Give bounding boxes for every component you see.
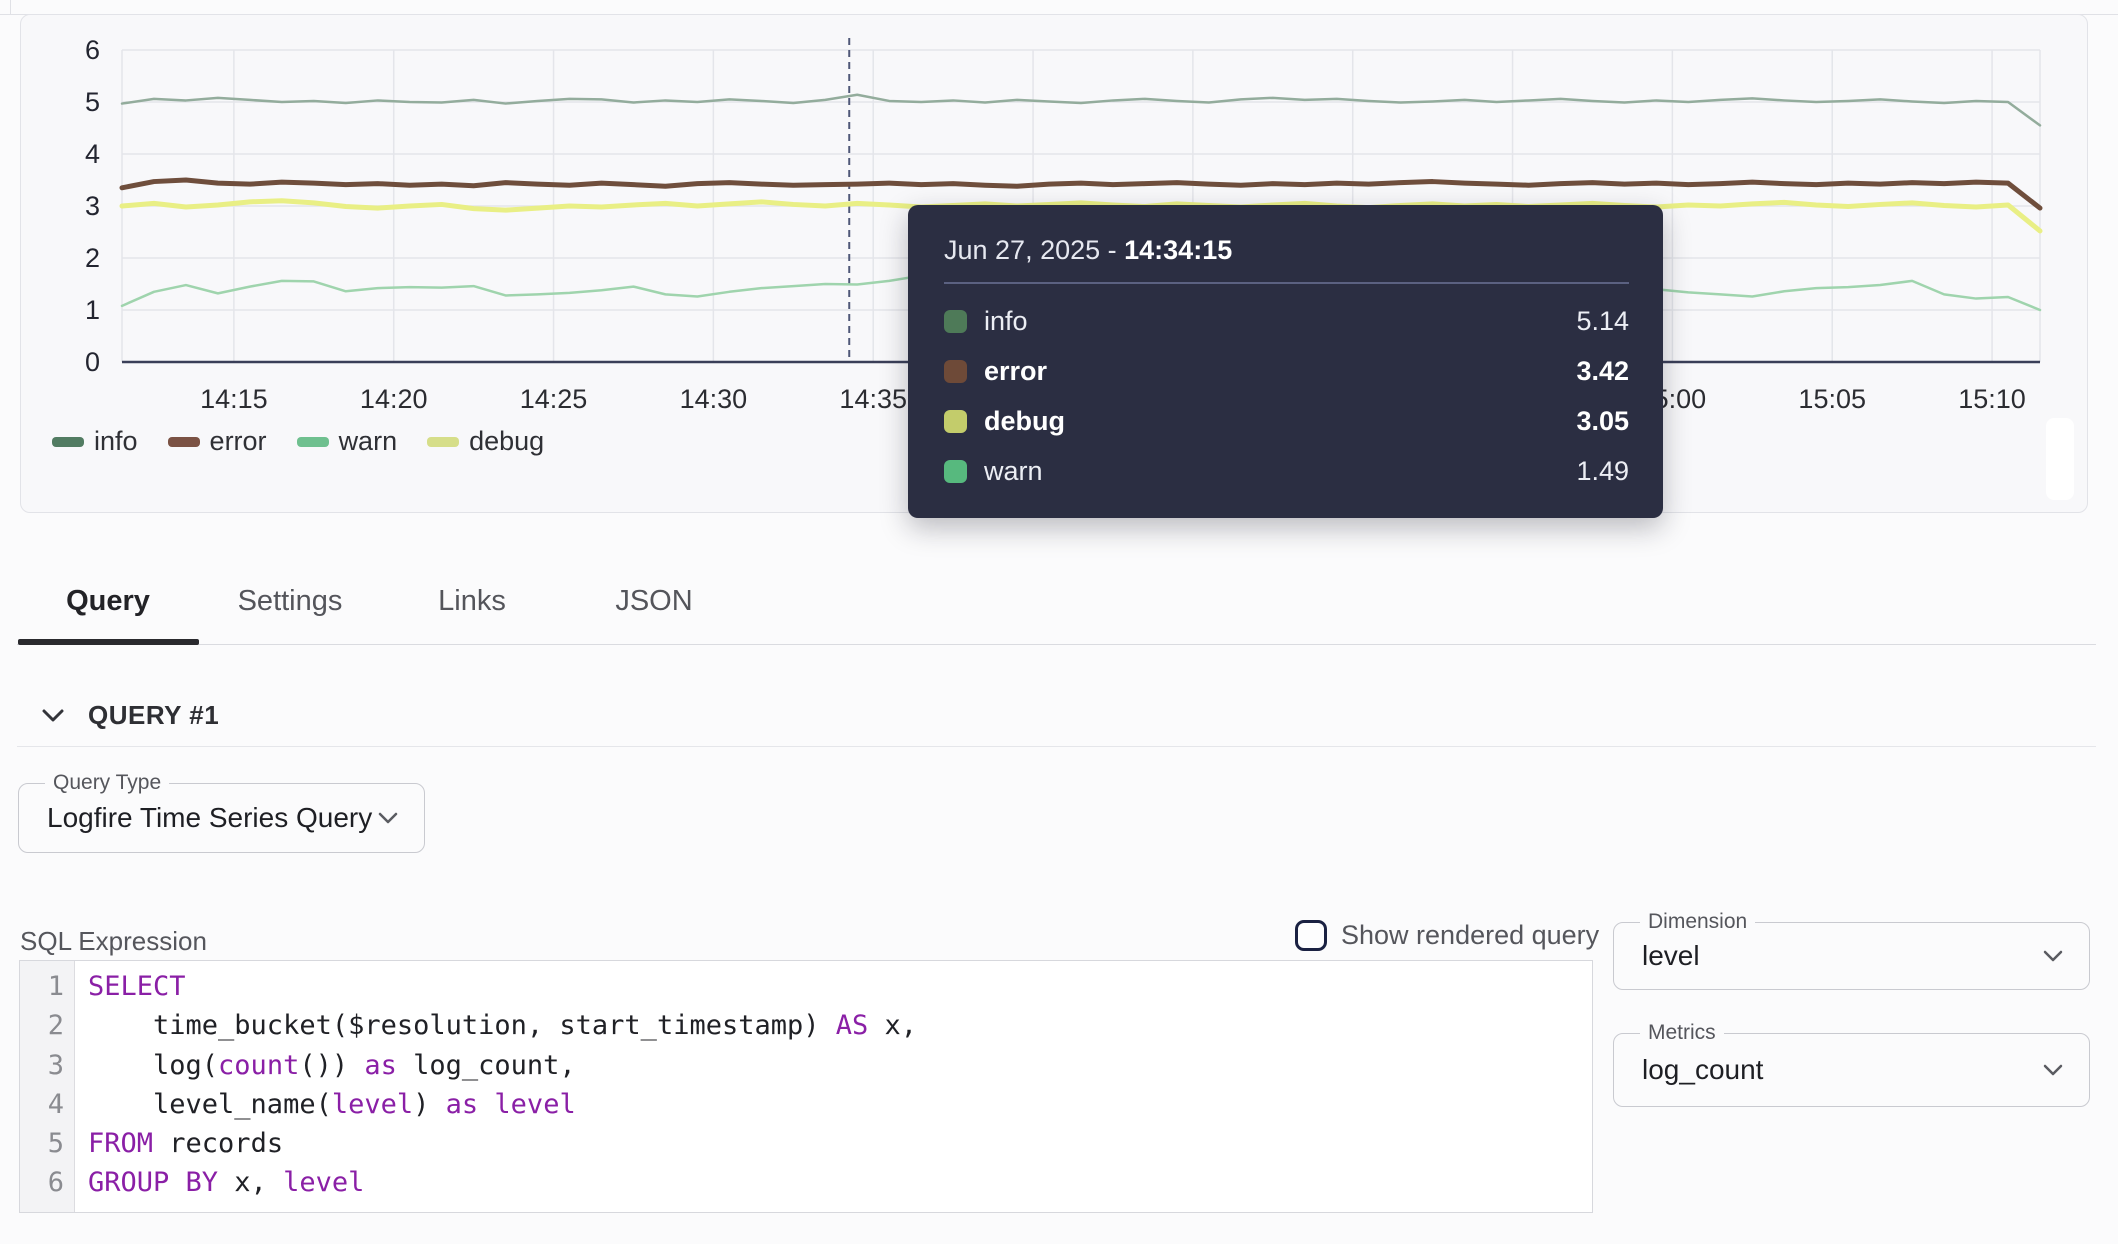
code-line: time_bucket($resolution, start_timestamp… — [88, 1006, 917, 1045]
query-section-title: QUERY #1 — [88, 700, 219, 731]
query-section-header[interactable]: QUERY #1 — [42, 700, 219, 731]
code-line: SELECT — [88, 967, 917, 1006]
tooltip-swatch-warn — [944, 460, 967, 483]
y-tick-label: 0 — [85, 347, 100, 377]
tab-settings[interactable]: Settings — [199, 584, 381, 618]
line-number: 4 — [20, 1085, 64, 1124]
tooltip-rows: info 5.14 error 3.42 debug 3.05 warn 1.49 — [944, 296, 1629, 496]
tooltip-series-value: 3.05 — [1576, 406, 1629, 437]
tooltip-row-error: error 3.42 — [944, 346, 1629, 396]
y-tick-label: 3 — [85, 191, 100, 221]
tab-query[interactable]: Query — [17, 584, 199, 618]
tooltip-swatch-error — [944, 360, 967, 383]
tooltip-series-value: 3.42 — [1576, 356, 1629, 387]
x-tick-label: 14:35 — [839, 384, 907, 414]
tooltip-timestamp: Jun 27, 2025 - 14:34:15 — [944, 235, 1629, 266]
tooltip-divider — [944, 282, 1629, 284]
y-tick-label: 2 — [85, 243, 100, 273]
legend-swatch-error — [168, 437, 200, 447]
code-line: FROM records — [88, 1124, 917, 1163]
dimension-select[interactable]: Dimension level — [1613, 922, 2090, 990]
dimension-value: level — [1642, 940, 1700, 972]
legend-label: warn — [339, 426, 398, 457]
sql-code-editor[interactable]: 123456 SELECT time_bucket($resolution, s… — [19, 960, 1593, 1213]
metrics-label: Metrics — [1640, 1022, 1724, 1044]
code-line: level_name(level) as level — [88, 1085, 917, 1124]
line-number: 2 — [20, 1006, 64, 1045]
x-tick-label: 15:10 — [1958, 384, 2026, 414]
chart-legend: info error warn debug — [52, 426, 544, 457]
sql-expression-label: SQL Expression — [20, 926, 207, 957]
show-rendered-checkbox[interactable] — [1295, 920, 1327, 951]
code-line: log(count()) as log_count, — [88, 1046, 917, 1085]
query-type-label: Query Type — [45, 772, 169, 794]
tooltip-series-value: 1.49 — [1576, 456, 1629, 487]
line-number-gutter: 123456 — [20, 961, 75, 1212]
metrics-value: log_count — [1642, 1054, 1763, 1086]
tooltip-series-name: debug — [984, 406, 1065, 437]
tooltip-series-name: info — [984, 306, 1028, 337]
legend-item-debug[interactable]: debug — [427, 426, 544, 457]
show-rendered-query-toggle[interactable]: Show rendered query — [1295, 920, 1599, 951]
tooltip-swatch-info — [944, 310, 967, 333]
tooltip-series-name: warn — [984, 456, 1043, 487]
dimension-label: Dimension — [1640, 911, 1755, 933]
line-number: 6 — [20, 1163, 64, 1202]
query-type-value: Logfire Time Series Query — [47, 802, 372, 834]
chevron-down-icon[interactable] — [42, 709, 64, 723]
tooltip-row-debug: debug 3.05 — [944, 396, 1629, 446]
metrics-select[interactable]: Metrics log_count — [1613, 1033, 2090, 1107]
line-number: 1 — [20, 967, 64, 1006]
legend-label: error — [210, 426, 267, 457]
legend-label: debug — [469, 426, 544, 457]
tooltip-row-info: info 5.14 — [944, 296, 1629, 346]
active-tab-underline — [18, 639, 199, 645]
section-divider — [17, 746, 2096, 747]
sql-code[interactable]: SELECT time_bucket($resolution, start_ti… — [75, 961, 917, 1212]
y-tick-label: 5 — [85, 87, 100, 117]
tooltip-time: 14:34:15 — [1124, 235, 1232, 265]
tab-links[interactable]: Links — [381, 584, 563, 618]
tab-bar-divider — [17, 644, 2096, 645]
legend-item-warn[interactable]: warn — [297, 426, 398, 457]
tooltip-date: Jun 27, 2025 - — [944, 235, 1124, 265]
show-rendered-label: Show rendered query — [1341, 920, 1599, 951]
chart-tooltip: Jun 27, 2025 - 14:34:15 info 5.14 error 3.4… — [908, 205, 1663, 518]
chevron-down-icon — [2043, 950, 2063, 963]
scrollbar-thumb[interactable] — [2046, 418, 2074, 500]
y-tick-label: 4 — [85, 139, 100, 169]
query-type-select[interactable]: Query Type Logfire Time Series Query — [18, 783, 425, 853]
legend-item-info[interactable]: info — [52, 426, 138, 457]
code-line: GROUP BY x, level — [88, 1163, 917, 1202]
tooltip-series-value: 5.14 — [1576, 306, 1629, 337]
legend-swatch-debug — [427, 437, 459, 447]
chevron-down-icon — [378, 812, 398, 825]
legend-label: info — [94, 426, 138, 457]
tooltip-swatch-debug — [944, 410, 967, 433]
x-tick-label: 14:25 — [520, 384, 588, 414]
x-tick-label: 15:05 — [1798, 384, 1866, 414]
tooltip-series-name: error — [984, 356, 1047, 387]
x-tick-label: 14:15 — [200, 384, 268, 414]
tab-json[interactable]: JSON — [563, 584, 745, 618]
series-line-info — [122, 95, 2040, 126]
x-tick-label: 14:20 — [360, 384, 428, 414]
tooltip-row-warn: warn 1.49 — [944, 446, 1629, 496]
line-number: 5 — [20, 1124, 64, 1163]
legend-item-error[interactable]: error — [168, 426, 267, 457]
tab-bar: QuerySettingsLinksJSON — [17, 584, 745, 618]
x-tick-label: 14:30 — [680, 384, 748, 414]
y-tick-label: 6 — [85, 35, 100, 65]
y-tick-label: 1 — [85, 295, 100, 325]
line-number: 3 — [20, 1046, 64, 1085]
legend-swatch-warn — [297, 437, 329, 447]
legend-swatch-info — [52, 437, 84, 447]
chevron-down-icon — [2043, 1064, 2063, 1077]
